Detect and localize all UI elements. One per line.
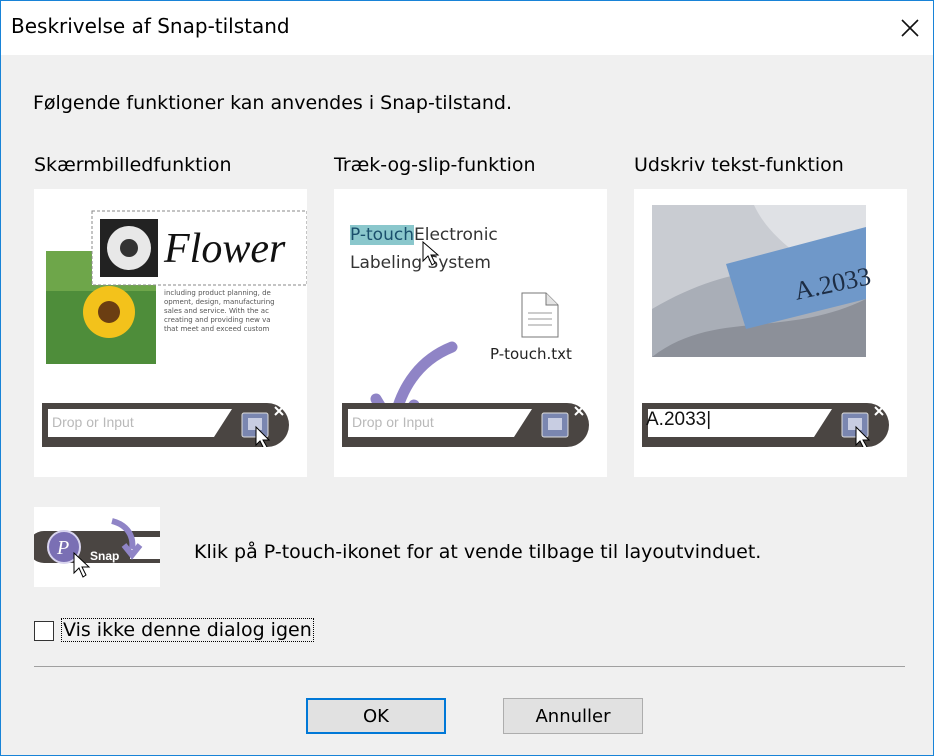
snap-input-bar: A.2033| xyxy=(642,397,899,447)
panel-drag-drop: P-touchElectronic Labeling System P-touc… xyxy=(334,189,607,477)
separator xyxy=(34,666,905,667)
svg-text:P: P xyxy=(56,537,69,559)
file-name-label: P-touch.txt xyxy=(490,345,572,363)
panel-screen-capture: Flower including product planning, de op… xyxy=(34,189,307,477)
sample-body-text: including product planning, de opment, d… xyxy=(164,289,275,333)
dont-show-again-checkbox[interactable] xyxy=(34,621,54,641)
file-icon xyxy=(521,292,559,338)
highlighted-text: P-touch xyxy=(350,225,414,245)
text-line2: Labeling System xyxy=(350,253,491,273)
intro-text: Følgende funktioner kan anvendes i Snap-… xyxy=(33,92,512,114)
flower-title-text: Flower xyxy=(164,226,286,272)
panel-title-screen-capture: Skærmbilledfunktion xyxy=(34,154,232,176)
snap-badge: Snap xyxy=(90,549,120,563)
snap-input-placeholder: Drop or Input xyxy=(52,414,134,430)
dont-show-again-label[interactable]: Vis ikke denne dialog igen xyxy=(61,618,314,642)
ptouch-hint-text: Klik på P-touch-ikonet for at vende tilb… xyxy=(194,541,762,563)
snap-mode-dialog: Beskrivelse af Snap-tilstand Følgende fu… xyxy=(0,0,934,756)
ok-button[interactable]: OK xyxy=(306,698,446,734)
title-bar: Beskrivelse af Snap-tilstand xyxy=(1,1,933,55)
cancel-button[interactable]: Annuller xyxy=(503,698,643,734)
panel-title-drag-drop: Træk-og-slip-funktion xyxy=(334,154,536,176)
snap-input-bar: Drop or Input xyxy=(342,397,599,447)
ptouch-icon-illustration: P Snap xyxy=(34,507,160,587)
close-button[interactable] xyxy=(887,1,933,55)
panel-title-print-text: Udskriv tekst-funktion xyxy=(634,154,844,176)
ptouch-snap-icon: P xyxy=(34,518,160,578)
dialog-title: Beskrivelse af Snap-tilstand xyxy=(11,14,290,38)
close-icon xyxy=(901,19,919,37)
cursor-icon xyxy=(422,241,440,266)
snap-input-placeholder: Drop or Input xyxy=(352,414,434,430)
snap-input-bar: Drop or Input xyxy=(42,397,299,447)
panel-print-text: A.2033 A.2033| xyxy=(634,189,907,477)
snap-input-value: A.2033| xyxy=(646,409,712,430)
